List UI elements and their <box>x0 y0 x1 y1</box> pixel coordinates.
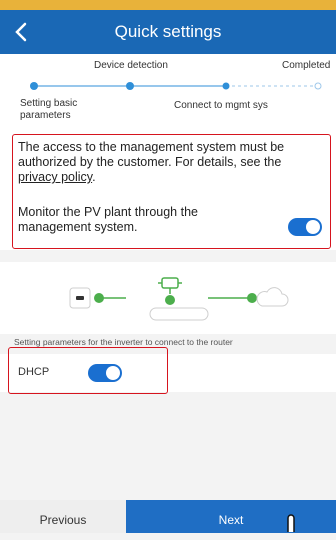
step-dot-detection <box>126 82 134 90</box>
inverter-icon <box>69 287 91 309</box>
step-label-connect-mgmt: Connect to mgmt sys <box>174 100 268 111</box>
check-icon-inverter <box>94 293 104 303</box>
check-icon-router <box>247 293 257 303</box>
step-label-device-detection: Device detection <box>94 60 168 71</box>
step-dot-basic <box>30 82 38 90</box>
previous-button[interactable]: Previous <box>0 500 126 533</box>
step-label-completed: Completed <box>282 60 331 71</box>
highlight-box-mgmt <box>12 134 331 249</box>
page-title: Quick settings <box>114 22 222 41</box>
check-icon-dongle <box>165 295 175 305</box>
hand-cursor-icon <box>284 512 298 534</box>
step-dot-connect <box>222 82 230 90</box>
dongle-icon <box>158 277 182 294</box>
header-bar: Quick settings <box>0 10 336 54</box>
cloud-icon <box>256 287 289 307</box>
connection-diagram <box>0 262 336 334</box>
progress-steps: Device detection Completed Setting basic… <box>0 54 336 130</box>
step-dot-completed <box>314 82 322 90</box>
step-label-setting-basic: Setting basic parameters <box>20 98 78 121</box>
router-icon <box>149 307 209 321</box>
top-status-strip <box>0 0 336 10</box>
next-button[interactable]: Next <box>126 500 336 533</box>
highlight-box-dhcp <box>8 347 168 394</box>
router-parameters-caption: Setting parameters for the inverter to c… <box>14 337 233 347</box>
